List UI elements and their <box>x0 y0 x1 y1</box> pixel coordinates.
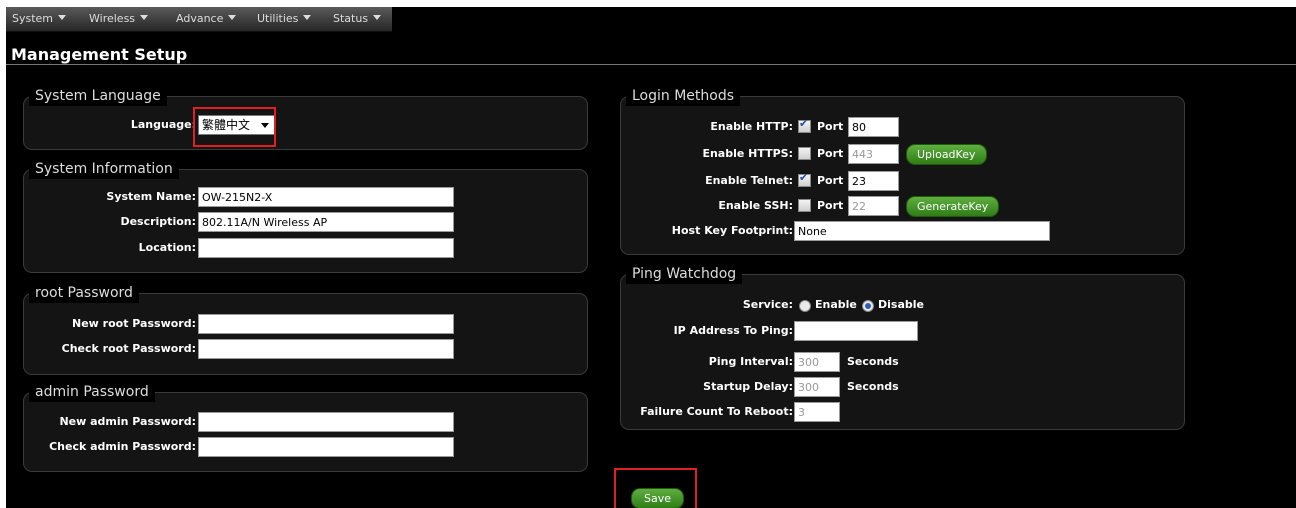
startup-delay-label: Startup Delay: <box>703 380 793 393</box>
http-port-label: Port : <box>817 120 852 133</box>
system-name-input[interactable] <box>198 187 454 207</box>
new-admin-password-label: New admin Password: <box>59 415 196 428</box>
ip-address-to-ping-label: IP Address To Ping: <box>673 324 793 337</box>
panel-legend: admin Password <box>29 382 155 402</box>
menu-advance-label: Advance <box>176 12 224 25</box>
menu-advance[interactable]: Advance <box>176 7 237 31</box>
menu-status-label: Status <box>333 12 369 25</box>
chevron-down-icon <box>140 15 149 20</box>
menu-status[interactable]: Status <box>333 7 382 31</box>
menu-system[interactable]: System <box>12 7 67 31</box>
panel-legend: Login Methods <box>626 86 741 106</box>
check-admin-password-label: Check admin Password: <box>49 440 196 453</box>
generate-key-button[interactable]: GenerateKey <box>906 196 1000 217</box>
admin-password-panel: admin Password New admin Password: Check… <box>23 382 588 472</box>
panel-legend: System Language <box>29 86 167 106</box>
host-key-footprint-label: Host Key Footprint: <box>671 224 793 237</box>
enable-telnet-checkbox[interactable]: ✔ <box>798 171 811 187</box>
enable-ssh-label: Enable SSH: <box>718 199 793 212</box>
location-input[interactable] <box>198 238 454 258</box>
menu-utilities-label: Utilities <box>257 12 299 25</box>
panel-legend: root Password <box>29 283 139 303</box>
menu-wireless[interactable]: Wireless <box>89 7 149 31</box>
system-name-label: System Name: <box>106 190 196 203</box>
service-label: Service: <box>742 298 793 311</box>
menu-bar: System Wireless Advance Utilities Status <box>6 7 392 32</box>
ping-interval-unit: Seconds <box>847 355 899 368</box>
checkmark-icon: ✔ <box>799 171 809 184</box>
http-port-input[interactable] <box>848 117 899 137</box>
description-label: Description: <box>120 215 196 228</box>
service-disable-label: Disable <box>878 298 924 311</box>
panel-legend: Ping Watchdog <box>626 264 743 284</box>
enable-https-label: Enable HTTPS: <box>702 147 793 160</box>
enable-ssh-checkbox[interactable] <box>798 199 811 212</box>
check-root-password-label: Check root Password: <box>61 342 196 355</box>
startup-delay-unit: Seconds <box>847 380 899 393</box>
failure-count-input[interactable] <box>794 402 840 422</box>
service-enable-label: Enable <box>815 298 857 311</box>
login-methods-panel: Login Methods Enable HTTP: ✔ Port : Enab… <box>620 86 1185 255</box>
menu-wireless-label: Wireless <box>89 12 136 25</box>
telnet-port-input[interactable] <box>848 171 899 191</box>
check-root-password-input[interactable] <box>198 339 454 359</box>
description-input[interactable] <box>198 212 454 232</box>
check-admin-password-input[interactable] <box>198 437 454 457</box>
save-button[interactable]: Save <box>631 488 685 508</box>
ssh-port-input[interactable] <box>848 196 899 216</box>
https-port-label: Port : <box>817 147 852 160</box>
system-information-panel: System Information System Name: Descript… <box>23 159 588 273</box>
telnet-port-label: Port : <box>817 174 852 187</box>
enable-http-label: Enable HTTP: <box>710 120 793 133</box>
https-port-input[interactable] <box>848 144 899 164</box>
panel-legend: System Information <box>29 159 179 179</box>
ping-interval-input[interactable] <box>794 352 840 372</box>
ping-watchdog-panel: Ping Watchdog Service: Enable Disable IP… <box>620 264 1185 430</box>
location-label: Location: <box>138 241 196 254</box>
failure-count-label: Failure Count To Reboot: <box>640 405 793 418</box>
chevron-down-icon <box>373 15 382 20</box>
enable-telnet-label: Enable Telnet: <box>705 174 793 187</box>
title-divider <box>6 64 1296 65</box>
highlight-box <box>193 107 276 147</box>
enable-http-checkbox[interactable]: ✔ <box>798 117 811 133</box>
upload-key-button[interactable]: UploadKey <box>906 144 987 165</box>
ip-address-to-ping-input[interactable] <box>794 321 918 341</box>
menu-utilities[interactable]: Utilities <box>257 7 312 31</box>
chevron-down-icon <box>303 15 312 20</box>
ping-interval-label: Ping Interval: <box>708 355 793 368</box>
app-window: System Wireless Advance Utilities Status… <box>6 7 1296 508</box>
service-disable-radio[interactable] <box>862 300 874 312</box>
menu-system-label: System <box>12 12 54 25</box>
host-key-footprint-input[interactable] <box>794 221 1050 241</box>
new-admin-password-input[interactable] <box>198 412 454 432</box>
startup-delay-input[interactable] <box>794 377 840 397</box>
service-enable-radio[interactable] <box>799 300 811 312</box>
new-root-password-input[interactable] <box>198 314 454 334</box>
checkmark-icon: ✔ <box>799 117 809 130</box>
page-title: Management Setup <box>11 45 188 64</box>
ssh-port-label: Port : <box>817 199 852 212</box>
new-root-password-label: New root Password: <box>72 317 196 330</box>
chevron-down-icon <box>58 15 67 20</box>
language-label: Language: <box>130 118 196 131</box>
chevron-down-icon <box>228 15 237 20</box>
system-language-panel: System Language Language: 繁體中文 <box>23 86 588 150</box>
enable-https-checkbox[interactable] <box>798 147 811 160</box>
root-password-panel: root Password New root Password: Check r… <box>23 283 588 375</box>
